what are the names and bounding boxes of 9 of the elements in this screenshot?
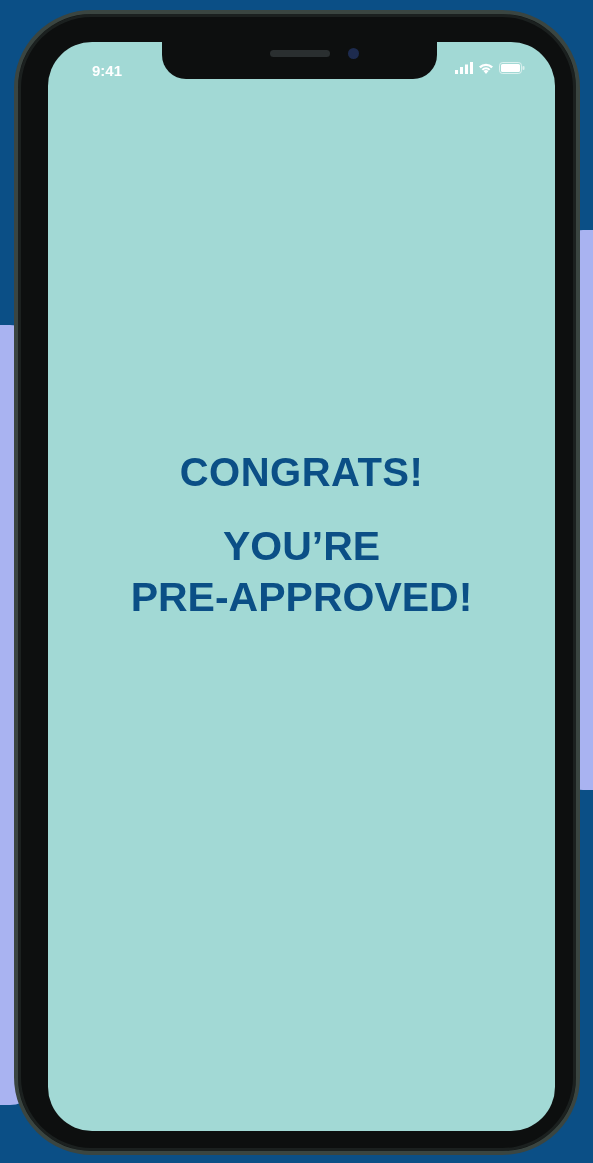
status-time: 9:41 <box>92 62 123 79</box>
camera-icon <box>348 48 359 59</box>
approval-message: PRE-APPROVED! <box>130 573 473 623</box>
congrats-heading: CONGRATS! <box>179 450 424 495</box>
battery-icon <box>499 62 525 74</box>
signal-icon <box>455 62 473 74</box>
approval-message: YOU’RE <box>222 522 381 571</box>
speaker-icon <box>270 50 330 57</box>
wifi-icon <box>478 62 494 74</box>
